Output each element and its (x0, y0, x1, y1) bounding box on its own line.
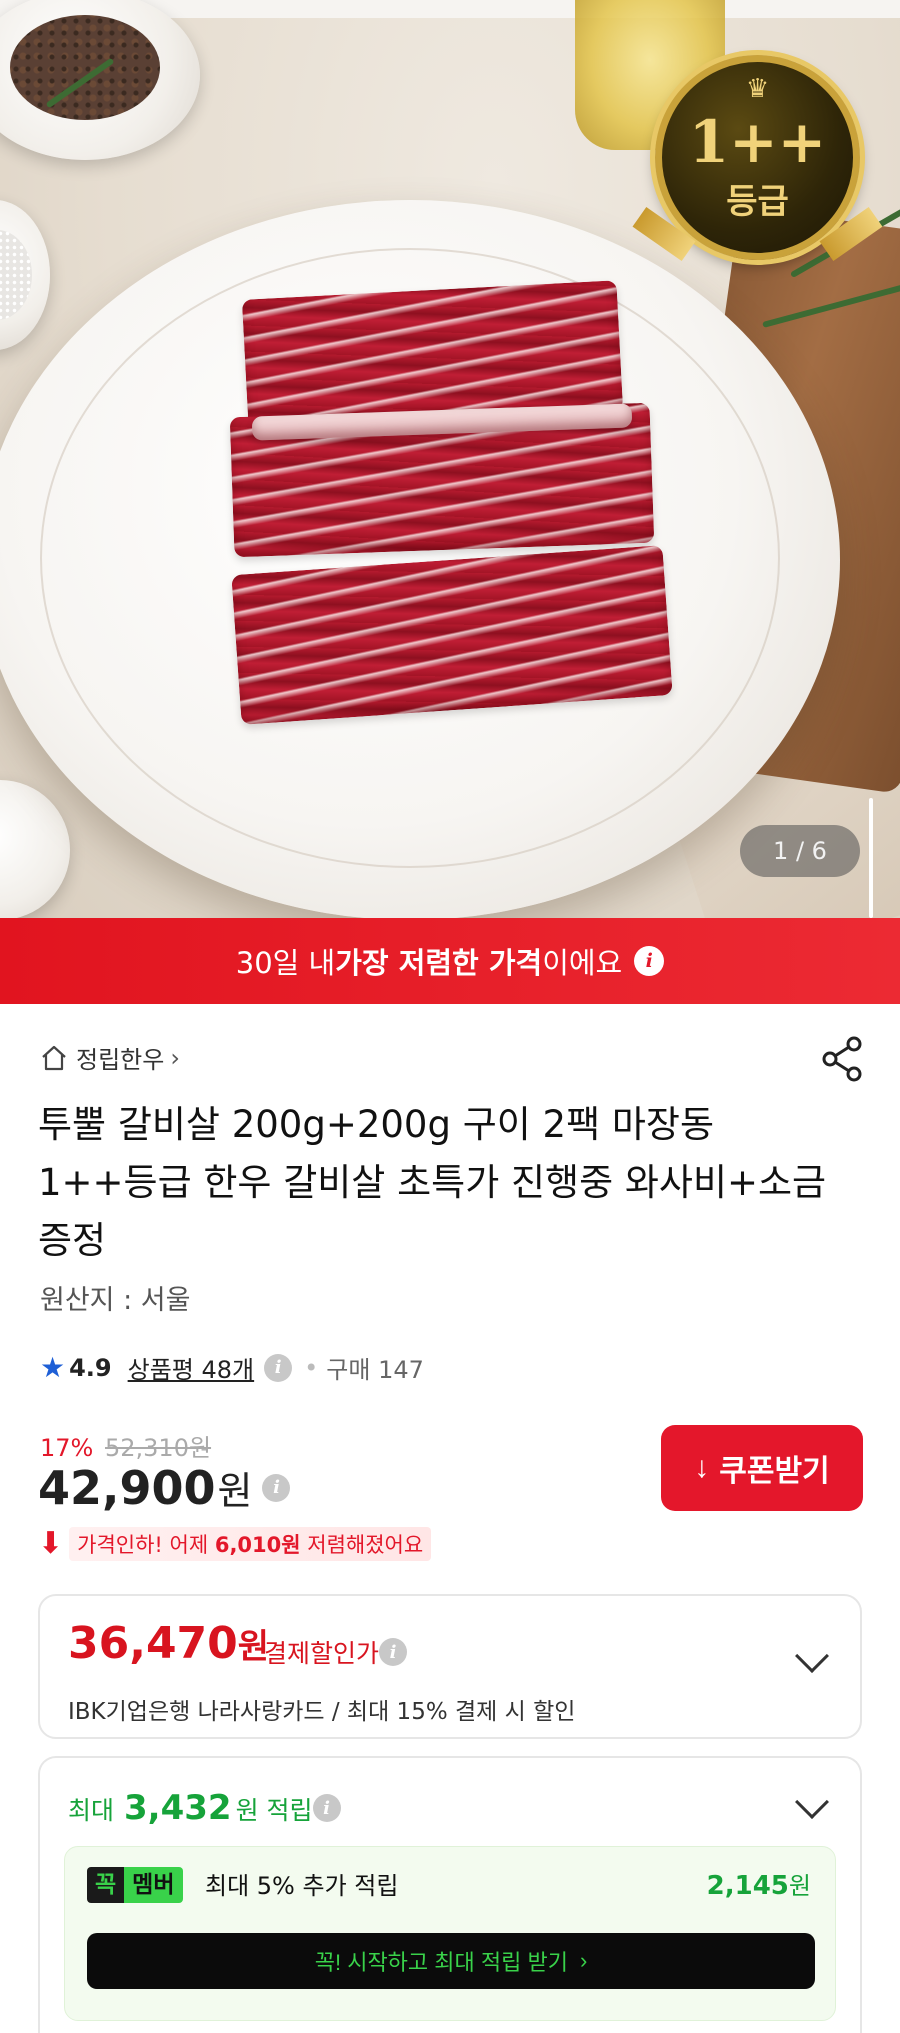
crown-icon: ♛ (745, 74, 770, 104)
payment-discount-price: 36,470원 (68, 1618, 269, 1669)
reviews-link[interactable]: 상품평 48개 (128, 1350, 255, 1385)
down-arrow-icon: ⬇ (38, 1526, 64, 1561)
product-origin: 원산지 : 서울 (40, 1285, 191, 1316)
points-suffix: 원 적립 (235, 1796, 313, 1825)
coupon-button-label: 쿠폰받기 (719, 1455, 830, 1488)
currency-unit: 원 (217, 1469, 253, 1513)
payment-discount-amount: 36,470 (68, 1618, 238, 1669)
download-icon: ↓ (694, 1451, 710, 1484)
card-discount-description: IBK기업은행 나라사랑카드 / 최대 15% 결제 시 할인 (68, 1699, 576, 1725)
product-title: 투뿔 갈비살 200g+200g 구이 2팩 마장동 1++등급 한우 갈비살 … (38, 1103, 827, 1262)
member-benefit-box: 꼭 멤버 최대 5% 추가 적립 2,145원 꼭! 시작하고 최대 적립 받기… (64, 1846, 836, 2021)
badge-grade-label: 등급 (726, 182, 789, 222)
banner-suffix: 이에요 (542, 946, 623, 980)
member-badge-part1: 꼭 (87, 1867, 125, 1903)
salt-bowl (0, 200, 50, 350)
price-drop-suffix: 저렴해졌어요 (300, 1532, 424, 1557)
product-image[interactable]: ♛ 1++ 등급 1 / 6 (0, 0, 900, 918)
info-icon[interactable]: i (312, 1794, 341, 1822)
price-drop-amount: 6,010원 (214, 1532, 301, 1557)
payment-discount-label-row: 결제할인가 i (264, 1634, 408, 1670)
payment-discount-label: 결제할인가 (264, 1639, 380, 1668)
coupon-button[interactable]: ↓ 쿠폰받기 (661, 1425, 863, 1511)
store-name: 정립한우 (76, 1046, 165, 1074)
member-amount-value: 2,145 (706, 1871, 789, 1901)
beef-rib-slice (231, 545, 673, 725)
points-prefix: 최대 (68, 1796, 115, 1825)
rating-value: 4.9 (69, 1353, 112, 1382)
rating-row: ★ 4.9 상품평 48개 i • 구매 147 (40, 1350, 424, 1385)
chevron-right-icon: › (579, 1948, 588, 1973)
current-price: 42,900 (38, 1460, 216, 1515)
points-amount: 3,432 (124, 1788, 232, 1828)
member-benefit-text: 최대 5% 추가 적립 (205, 1872, 399, 1900)
share-icon[interactable] (820, 1035, 864, 1083)
info-icon[interactable]: i (379, 1638, 408, 1666)
member-badge: 꼭 멤버 (87, 1867, 183, 1903)
member-join-label: 꼭! 시작하고 최대 적립 받기 (314, 1950, 568, 1975)
lowest-price-banner[interactable]: 30일 내 가장 저렴한 가격 이에요 i (0, 918, 900, 1004)
home-icon (42, 1045, 66, 1070)
payment-discount-card[interactable]: 36,470원 결제할인가 i IBK기업은행 나라사랑카드 / 최대 15% … (38, 1594, 862, 1739)
chevron-down-icon[interactable] (795, 1639, 829, 1673)
scroll-indicator (869, 798, 873, 918)
discount-row: 17% 52,310원 (40, 1428, 211, 1463)
info-icon[interactable]: i (262, 1473, 291, 1502)
pepper-bowl (0, 0, 200, 160)
member-benefit-amount: 2,145원 (707, 1869, 811, 1903)
garlic-bowl (0, 780, 70, 918)
chevron-down-icon[interactable] (795, 1785, 829, 1819)
badge-grade: 1++ (688, 108, 827, 176)
member-join-button[interactable]: 꼭! 시작하고 최대 적립 받기 › (87, 1933, 815, 1989)
price-drop-notice: ⬇ 가격인하! 어제 6,010원 저렴해졌어요 (38, 1526, 432, 1561)
chevron-right-icon: › (170, 1043, 180, 1072)
original-price: 52,310원 (104, 1434, 212, 1462)
info-icon[interactable]: i (264, 1353, 293, 1382)
discount-percent: 17% (40, 1434, 94, 1462)
price-drop-prefix: 가격인하! 어제 (77, 1532, 215, 1557)
banner-prefix: 30일 내 (235, 946, 336, 980)
separator-dot: • (304, 1353, 319, 1382)
member-badge-part2: 멤버 (124, 1867, 183, 1903)
points-row: 최대 3,432 원 적립 i (68, 1788, 341, 1828)
price-row: 42,900 원 i (38, 1460, 291, 1515)
image-counter: 1 / 6 (740, 825, 860, 877)
grade-badge: ♛ 1++ 등급 (632, 55, 883, 262)
star-icon: ★ (40, 1351, 66, 1384)
points-card[interactable]: 최대 3,432 원 적립 i 꼭 멤버 최대 5% 추가 적립 2,145원 … (38, 1756, 862, 2033)
banner-highlight: 가장 저렴한 가격 (335, 946, 543, 980)
info-icon[interactable]: i (634, 946, 665, 976)
currency-unit: 원 (788, 1872, 811, 1900)
purchase-count: 구매 147 (326, 1356, 424, 1384)
store-link[interactable]: 정립한우 › (40, 1040, 180, 1075)
